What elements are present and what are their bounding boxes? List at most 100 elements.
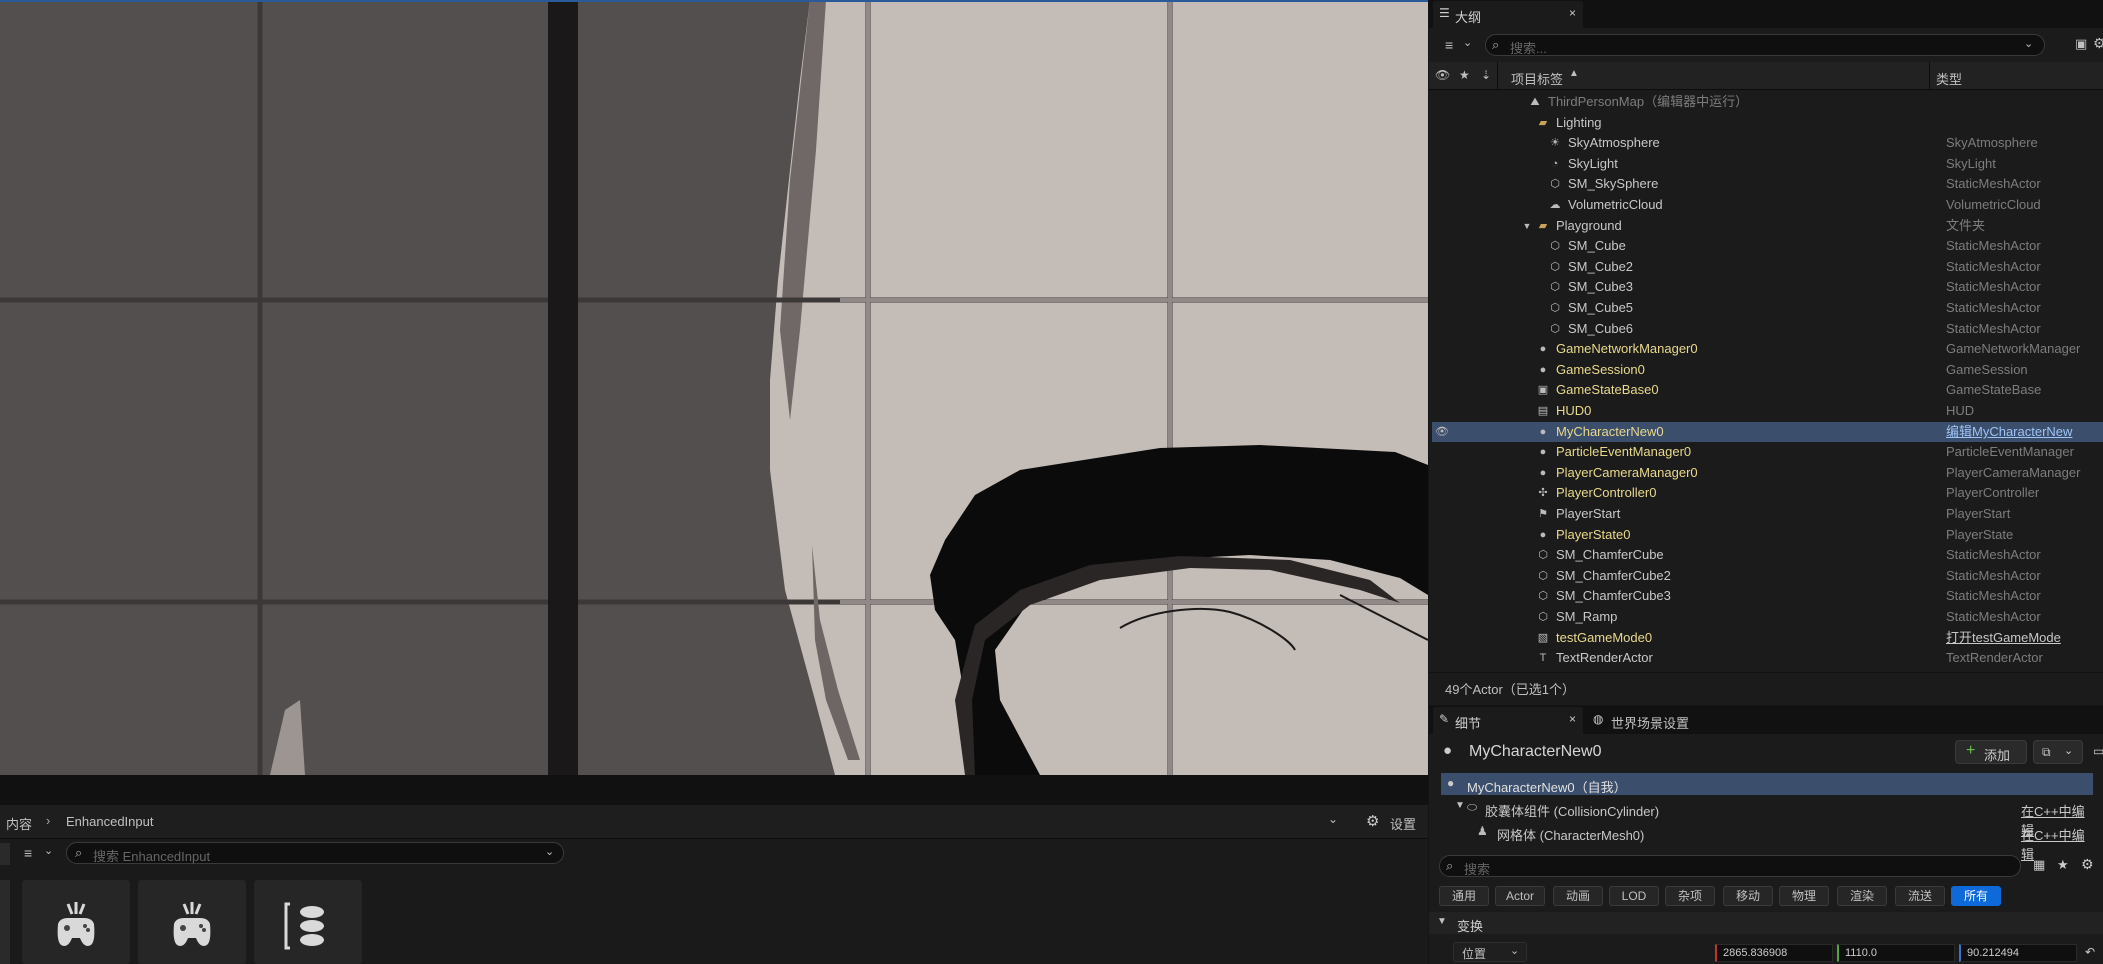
outliner-search-input[interactable]: ⌕ 搜索... ⌄ [1485, 34, 2045, 56]
outliner-row[interactable]: 👁 ● MyCharacterNew0 编辑MyCharacterNew [1432, 422, 2103, 442]
static-mesh-icon: ⬡ [1550, 178, 1560, 190]
location-y-field[interactable]: 1110.0 [1837, 944, 1955, 962]
component-row[interactable]: ▼ ⬭ 胶囊体组件 (CollisionCylinder) 在C++中编辑 [1441, 797, 2093, 838]
outliner-row[interactable]: ⬡ SM_Cube StaticMeshActor [1432, 236, 2103, 256]
outliner-row[interactable]: T TextRenderActor TextRenderActor [1432, 648, 2103, 668]
outliner-row[interactable]: ⛰ ThirdPersonMap（编辑器中运行） [1432, 92, 2103, 112]
chevron-down-icon[interactable]: ⌄ [545, 845, 554, 858]
location-z-field[interactable]: 90.212494 [1959, 944, 2077, 962]
outliner-row-label: GameNetworkManager0 [1556, 341, 1698, 356]
outliner-row-label: SM_SkySphere [1568, 176, 1659, 191]
blueprint-options-button[interactable]: ⧉ ⌄ [2033, 740, 2083, 764]
outliner-row[interactable]: ▣ GameStateBase0 GameStateBase [1432, 380, 2103, 400]
outliner-row[interactable]: ● ParticleEventManager0 ParticleEventManag… [1432, 442, 2103, 462]
details-search-input[interactable]: ⌕ 搜索 [1439, 855, 2021, 877]
filter-chip[interactable]: 物理 [1779, 886, 1829, 906]
eye-icon[interactable]: 👁 [1435, 68, 1450, 82]
outliner-row[interactable]: ◔ SkyLight SkyLight [1432, 154, 2103, 174]
outliner-row[interactable]: ⬡ SM_ChamferCube2 StaticMeshActor [1432, 566, 2103, 586]
outliner-row-label: ParticleEventManager0 [1556, 444, 1692, 459]
sky-atmosphere-icon: ☀ [1550, 137, 1560, 149]
star-icon[interactable]: ★ [2057, 857, 2069, 873]
outliner-row[interactable]: ⬡ SM_Ramp StaticMeshActor [1432, 607, 2103, 627]
filter-chip[interactable]: LOD [1609, 886, 1659, 906]
lock-icon[interactable]: ▭ [2093, 744, 2103, 758]
outliner-row[interactable]: ⬡ SM_Cube5 StaticMeshActor [1432, 298, 2103, 318]
level-viewport[interactable] [0, 0, 1428, 775]
filter-icon[interactable]: ≡ [1445, 37, 1453, 53]
outliner-row[interactable]: ▤ HUD0 HUD [1432, 401, 2103, 421]
settings-button[interactable]: 设置 [1390, 814, 1416, 833]
filter-chip[interactable]: 杂项 [1665, 886, 1715, 906]
outliner-row[interactable]: ⬡ SM_ChamferCube3 StaticMeshActor [1432, 586, 2103, 606]
outliner-row-label: Playground [1556, 218, 1622, 233]
add-folder-icon[interactable]: ▣ [2075, 36, 2087, 52]
outliner-row[interactable]: ● GameSession0 GameSession [1432, 360, 2103, 380]
reset-icon[interactable]: ↶ [2085, 945, 2095, 959]
asset-tile[interactable] [254, 880, 362, 964]
breadcrumb-current[interactable]: EnhancedInput [66, 814, 153, 829]
outliner-row[interactable]: ▰ Lighting [1432, 113, 2103, 133]
asset-tile[interactable] [22, 880, 130, 964]
section-transform[interactable]: ▼ 变换 [1429, 912, 2103, 934]
outliner-row[interactable]: ⚑ PlayerStart PlayerStart [1432, 504, 2103, 524]
outliner-row[interactable]: ▼ ▰ Playground 文件夹 [1432, 216, 2103, 236]
col-item-label[interactable]: 项目标签 [1511, 69, 1563, 88]
component-label: 网格体 (CharacterMesh0) [1497, 828, 1645, 843]
component-row-self[interactable]: ● MyCharacterNew0（自我） [1441, 773, 2093, 795]
gear-icon[interactable]: ⚙ [2081, 856, 2094, 873]
star-icon[interactable]: ★ [1459, 68, 1470, 82]
outliner-row[interactable]: ⬡ SM_ChamferCube StaticMeshActor [1432, 545, 2103, 565]
filter-chip[interactable]: Actor [1495, 886, 1545, 906]
outliner-row-type[interactable]: 打开testGameMode [1946, 628, 2061, 648]
filter-chip[interactable]: 所有 [1951, 886, 2001, 906]
outliner-row-label: SkyAtmosphere [1568, 135, 1660, 150]
outliner-row[interactable]: ● PlayerState0 PlayerState [1432, 525, 2103, 545]
outliner-row[interactable]: ⬡ SM_Cube2 StaticMeshActor [1432, 257, 2103, 277]
chevron-down-icon[interactable]: ⌄ [1328, 812, 1338, 826]
outliner-row[interactable]: ⬡ SM_Cube3 StaticMeshActor [1432, 277, 2103, 297]
outliner-row-label: SM_Cube2 [1568, 259, 1634, 274]
chevron-down-icon[interactable]: ⌄ [2024, 37, 2033, 50]
gear-icon[interactable]: ⚙ [1366, 812, 1379, 830]
outliner-row[interactable]: ▧ testGameMode0 打开testGameMode [1432, 628, 2103, 648]
add-component-button[interactable]: + 添加 [1955, 740, 2027, 764]
filter-chip[interactable]: 移动 [1723, 886, 1773, 906]
chevron-down-icon[interactable]: ▼ [1520, 219, 1534, 233]
filter-chip[interactable]: 渲染 [1837, 886, 1887, 906]
tab-outliner[interactable]: ☰ 大纲 × [1433, 1, 1583, 28]
chevron-down-icon[interactable]: ▼ [1455, 800, 1465, 811]
asset-tile[interactable] [138, 880, 246, 964]
col-type[interactable]: 类型 [1936, 69, 1962, 88]
close-icon[interactable]: × [1569, 6, 1576, 20]
outliner-row[interactable]: ● PlayerCameraManager0 PlayerCameraManager [1432, 463, 2103, 483]
chevron-down-icon[interactable]: ⌄ [1463, 36, 1472, 49]
eye-icon[interactable]: 👁 [1435, 425, 1449, 439]
outliner-row[interactable]: ☁ VolumetricCloud VolumetricCloud [1432, 195, 2103, 215]
content-search-input[interactable]: ⌕ 搜索 EnhancedInput ⌄ [66, 842, 564, 864]
outliner-row[interactable]: ⬡ SM_Cube6 StaticMeshActor [1432, 319, 2103, 339]
location-dropdown[interactable]: 位置 ⌄ [1453, 942, 1527, 962]
filter-chip[interactable]: 流送 [1895, 886, 1945, 906]
filter-chip[interactable]: 通用 [1439, 886, 1489, 906]
sources-collapsed-bar[interactable] [0, 880, 10, 964]
outliner-row-type[interactable]: 编辑MyCharacterNew [1946, 422, 2072, 442]
sources-panel-toggle[interactable] [0, 843, 10, 865]
plus-icon: + [1966, 742, 1976, 759]
tab-world-settings[interactable]: ◍ 世界场景设置 [1589, 707, 1739, 734]
outliner-row[interactable]: ✣ PlayerController0 PlayerController [1432, 483, 2103, 503]
component-row[interactable]: ♟ 网格体 (CharacterMesh0) 在C++中编辑 [1441, 821, 2093, 862]
gear-icon[interactable]: ⚙ [2093, 35, 2103, 52]
outliner-row[interactable]: ☀ SkyAtmosphere SkyAtmosphere [1432, 133, 2103, 153]
outliner-row[interactable]: ● GameNetworkManager0 GameNetworkManager [1432, 339, 2103, 359]
tab-details[interactable]: ✎ 细节 × [1433, 707, 1583, 734]
location-x-field[interactable]: 2865.836908 [1715, 944, 1833, 962]
filter-icon[interactable]: ≡ [24, 845, 32, 861]
table-view-icon[interactable]: ▦ [2033, 857, 2045, 873]
close-icon[interactable]: × [1569, 712, 1576, 726]
outliner-row[interactable]: ⬡ SM_SkySphere StaticMeshActor [1432, 174, 2103, 194]
pin-icon[interactable]: ⇣ [1481, 68, 1491, 82]
chevron-down-icon[interactable]: ⌄ [44, 844, 53, 857]
filter-chip[interactable]: 动画 [1553, 886, 1603, 906]
breadcrumb-root[interactable]: 内容 [6, 814, 32, 833]
